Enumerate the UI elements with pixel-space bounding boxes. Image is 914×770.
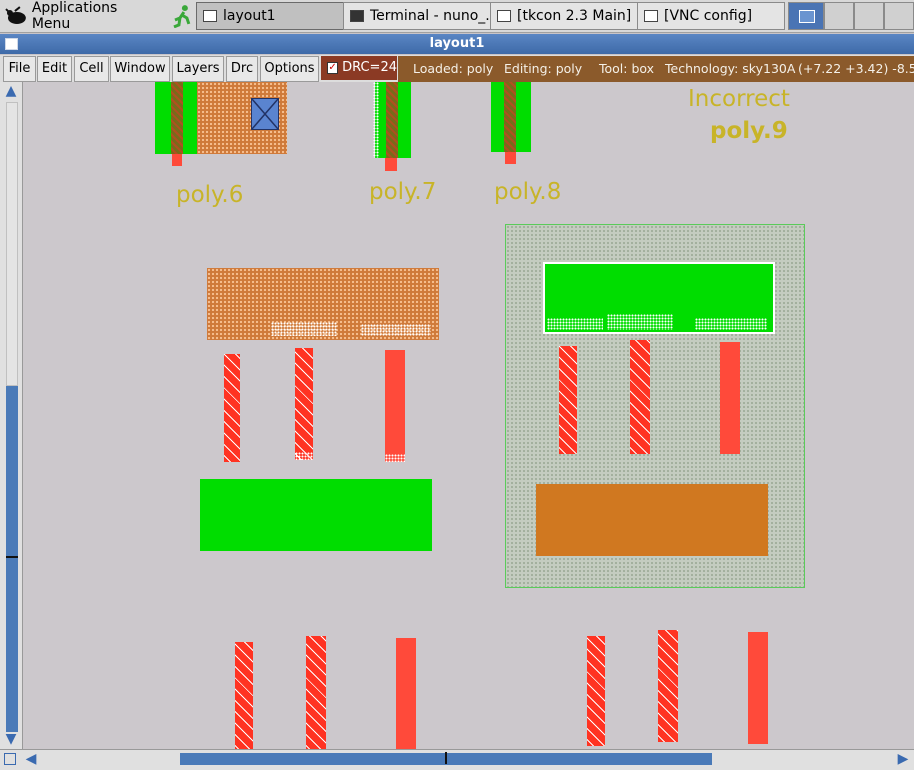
scroll-up-arrow-icon[interactable]: ▲ [4, 84, 18, 98]
poly-shape [658, 630, 678, 742]
layout-canvas[interactable]: poly.6 poly.7 poly.8 Incorrect poly.9 [23, 82, 914, 749]
label-poly6: poly.6 [176, 182, 244, 208]
label-poly7: poly.7 [369, 179, 437, 205]
menubar: File Edit Cell Window Layers Drc Options… [0, 55, 914, 82]
workspace-4-button[interactable] [884, 2, 914, 30]
window-icon [497, 10, 511, 22]
menu-edit[interactable]: Edit [37, 56, 72, 82]
poly-shape [306, 636, 326, 749]
task-label: Terminal - nuno_... [370, 8, 491, 24]
status-tool: Tool: box [599, 61, 655, 76]
applications-menu-button[interactable]: Applications Menu [0, 0, 193, 32]
poly-shape [396, 638, 416, 749]
task-tkcon[interactable]: [tkcon 2.3 Main] [490, 2, 638, 30]
label-incorrect: Incorrect [688, 86, 790, 112]
window-icon [203, 10, 217, 22]
menu-window[interactable]: Window [110, 56, 170, 82]
vertical-scroll-thumb[interactable] [6, 386, 18, 732]
workspace-window-icon [799, 10, 815, 23]
drc-error-marker [607, 314, 673, 330]
task-label: [tkcon 2.3 Main] [517, 8, 632, 24]
poly-shape [172, 154, 182, 166]
poly-shape [295, 348, 313, 460]
status-coordinates: (+7.22 +3.42) -8.5 [798, 61, 914, 76]
task-layout1[interactable]: layout1 [196, 2, 344, 30]
window-titlebar[interactable]: layout1 [0, 34, 914, 54]
poly-shape [385, 158, 397, 171]
gate-shape [171, 82, 183, 154]
contact-shape [251, 98, 279, 130]
horizontal-scrollbar[interactable]: ◀ ▶ [0, 749, 914, 770]
window-title: layout1 [429, 36, 485, 51]
poly-shape [224, 354, 240, 462]
gate-shape [386, 82, 398, 158]
drc-error-marker [271, 322, 337, 336]
drc-toggle[interactable]: ✓ DRC=24 [321, 56, 397, 80]
drc-error-marker [373, 82, 379, 158]
task-label: [VNC config] [664, 8, 753, 24]
workspace-2-button[interactable] [824, 2, 854, 30]
status-loaded: Loaded: poly [413, 61, 494, 76]
poly-shape [505, 152, 516, 164]
label-poly9: poly.9 [710, 118, 788, 144]
task-label: layout1 [223, 8, 276, 24]
mouse-logo-icon [5, 6, 26, 24]
drc-error-marker [547, 318, 603, 330]
menu-file[interactable]: File [3, 56, 36, 82]
poly-shape [630, 340, 650, 454]
menu-cell[interactable]: Cell [74, 56, 109, 82]
poly-shape [587, 636, 605, 746]
vertical-scrollbar[interactable]: ▲ ▼ [0, 82, 23, 749]
task-terminal[interactable]: Terminal - nuno_... [343, 2, 491, 30]
poly-shape [720, 342, 740, 454]
status-bar: Loaded: poly Editing: poly Tool: box Tec… [398, 56, 914, 82]
drc-count: DRC=24 [342, 60, 397, 75]
terminal-icon [350, 10, 364, 22]
menu-layers[interactable]: Layers [172, 56, 224, 82]
workspace-1-button[interactable] [788, 2, 824, 30]
applications-menu-label: Applications Menu [31, 0, 118, 32]
scroll-right-arrow-icon[interactable]: ▶ [896, 752, 910, 766]
menu-options[interactable]: Options [260, 56, 319, 82]
drc-error-marker [695, 318, 767, 330]
status-editing: Editing: poly [504, 61, 583, 76]
drc-error-marker [361, 324, 431, 336]
ndiff-shape [200, 479, 432, 551]
status-technology: Technology: sky130A [665, 61, 796, 76]
scroll-left-arrow-icon[interactable]: ◀ [24, 752, 38, 766]
pdiff-shape [536, 484, 768, 556]
label-poly8: poly.8 [494, 179, 562, 205]
vertical-scroll-track[interactable] [6, 102, 18, 386]
gate-shape [504, 82, 516, 152]
drc-error-marker [385, 454, 405, 462]
vertical-scroll-marker [6, 556, 18, 558]
workspace-3-button[interactable] [854, 2, 884, 30]
drc-error-marker [295, 452, 313, 460]
horizontal-scroll-marker [445, 752, 447, 764]
scroll-down-arrow-icon[interactable]: ▼ [4, 732, 18, 746]
window-menu-icon[interactable] [5, 38, 18, 50]
poly-shape [385, 350, 405, 462]
menu-drc[interactable]: Drc [226, 56, 258, 82]
taskbar: Applications Menu layout1 Terminal - nun… [0, 0, 914, 33]
running-man-icon[interactable] [171, 4, 193, 28]
zoom-box-icon[interactable] [4, 753, 16, 765]
window-icon [644, 10, 658, 22]
poly-shape [748, 632, 768, 744]
task-vnc-config[interactable]: [VNC config] [637, 2, 785, 30]
drc-checkbox-icon[interactable]: ✓ [327, 62, 339, 74]
poly-shape [235, 642, 253, 749]
poly-shape [559, 346, 577, 454]
